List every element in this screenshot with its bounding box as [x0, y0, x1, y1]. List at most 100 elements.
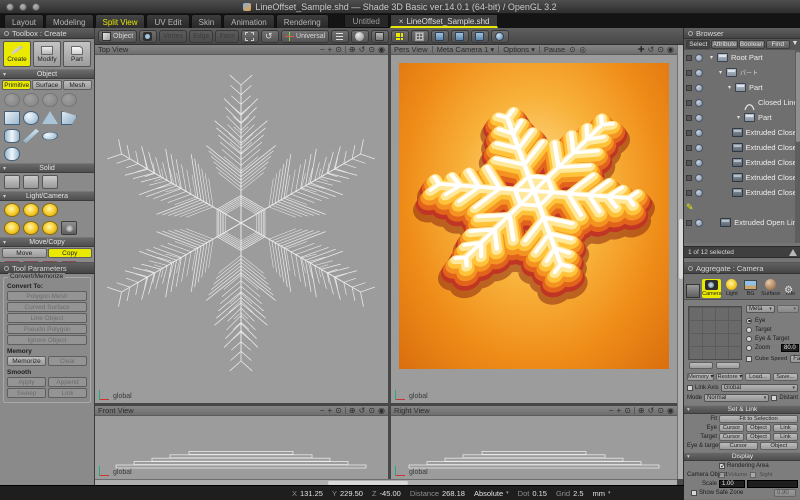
workspace-tab-animation[interactable]: Animation	[223, 14, 275, 28]
visibility-ball-icon[interactable]	[695, 129, 703, 137]
pan-icon[interactable]: ⊕	[638, 407, 645, 415]
ghost-torus-icon[interactable]	[61, 93, 77, 107]
render-flag-icon[interactable]	[686, 160, 692, 166]
object-tab-primitive[interactable]: Primitive	[2, 80, 31, 90]
eye-target-radio[interactable]	[746, 336, 752, 342]
link-axis-checkbox[interactable]	[687, 385, 693, 391]
preview-render-icon[interactable]: ◎	[579, 45, 586, 54]
aggregate-tab-light[interactable]: Light	[723, 278, 740, 298]
solid-cut-icon[interactable]	[23, 175, 39, 189]
distant-light-icon[interactable]	[42, 203, 58, 217]
path-light-icon[interactable]	[23, 221, 39, 235]
cylinder-icon[interactable]	[4, 129, 20, 143]
distant-checkbox[interactable]	[771, 395, 777, 401]
horizontal-splitter[interactable]	[95, 403, 677, 406]
rotate-icon-button[interactable]	[261, 30, 279, 43]
solid-intersect-icon[interactable]	[42, 175, 58, 189]
screen-icon-button[interactable]	[471, 30, 489, 43]
target-radio[interactable]	[746, 327, 752, 333]
safe-zone-checkbox[interactable]	[691, 490, 697, 496]
meta-dropdown[interactable]: Meta▾	[746, 305, 775, 313]
panel-collapse-icon[interactable]	[688, 31, 693, 36]
ghost-arc-icon[interactable]	[42, 93, 58, 107]
rotate-view-icon[interactable]: ↺	[359, 407, 366, 415]
grid-icon-button[interactable]	[411, 30, 429, 43]
meta-sub-dropdown[interactable]: ▾	[777, 305, 799, 313]
render-flag-icon[interactable]	[686, 85, 692, 91]
document-tab-lineoffset-sample-shd[interactable]: ×LineOffset_Sample.shd	[390, 14, 499, 28]
eye-object-button[interactable]: Object	[746, 424, 771, 432]
browser-tab-boolean[interactable]: Boolean	[739, 40, 765, 49]
expander-icon[interactable]: ▾	[710, 54, 717, 61]
unit-dropdown[interactable]: mm▾	[593, 489, 611, 498]
object-tab-mesh[interactable]: Mesh	[63, 80, 92, 90]
aggregate-tab-info[interactable]: Info	[782, 279, 799, 298]
edge-button[interactable]: Edge	[189, 30, 213, 43]
area-light-icon[interactable]	[42, 221, 58, 235]
zoom-in-icon[interactable]: +	[328, 407, 333, 415]
section-object[interactable]: ▾ Object	[0, 69, 94, 79]
display-section[interactable]: ▾ Display	[684, 452, 800, 461]
magnify-icon[interactable]: ⊙	[368, 407, 375, 415]
smooth-link-button[interactable]: Link	[48, 388, 87, 398]
zoom-lens-icon[interactable]: ⊙	[624, 407, 631, 415]
front-viewport[interactable]: Front View − + ⊙ ⊕ ↺ ⊙ ◉ global	[95, 406, 388, 479]
eye-radio[interactable]	[746, 318, 752, 324]
sphere-icon[interactable]	[23, 111, 39, 125]
tree-item-part[interactable]: ▾Part	[684, 110, 800, 125]
face-button[interactable]: Face	[215, 30, 239, 43]
zoom-in-icon[interactable]: +	[617, 407, 622, 415]
fit-view-icon[interactable]: ◉	[667, 46, 674, 54]
set-link-section[interactable]: ▾ Set & Link	[684, 405, 800, 414]
panel-collapse-icon[interactable]	[688, 266, 693, 271]
convert-curved-surface-button[interactable]: Curved Surface	[7, 302, 87, 312]
zoom-lens-icon[interactable]: ⊙	[335, 407, 342, 415]
filter-icon[interactable]: ▼	[791, 40, 799, 49]
volume-checkbox[interactable]	[719, 472, 725, 478]
sight-checkbox[interactable]	[750, 472, 756, 478]
browser-header[interactable]: Browser	[684, 28, 800, 39]
toolbox-mode-create[interactable]: Create	[3, 41, 31, 67]
workspace-tab-modeling[interactable]: Modeling	[45, 14, 93, 28]
restore-button[interactable]: Restore ▾	[716, 373, 743, 381]
render-flag-icon[interactable]	[686, 115, 692, 121]
ghost-ring-icon[interactable]	[23, 93, 39, 107]
ellipse-icon[interactable]	[40, 131, 59, 142]
scrollbar-thumb[interactable]	[796, 52, 800, 142]
browser-tab-select[interactable]: Select	[686, 40, 710, 49]
cone-icon[interactable]	[42, 111, 58, 124]
tree-item-closed-line[interactable]: Closed Line	[684, 95, 800, 110]
memorize-button[interactable]: Memorize	[7, 356, 46, 366]
clear-button[interactable]: Clear	[48, 356, 87, 366]
save-button[interactable]: Save...	[773, 373, 798, 381]
screen-icon-button[interactable]	[451, 30, 469, 43]
eye-cursor-button[interactable]: Cursor	[719, 424, 744, 432]
mode-dropdown[interactable]: Normal▾	[704, 394, 769, 402]
convert-polygon-mesh-button[interactable]: Polygon Mesh	[7, 291, 87, 301]
workspace-tab-rendering[interactable]: Rendering	[276, 14, 329, 28]
magnify-icon[interactable]: ⊙	[368, 46, 375, 54]
fit-view-icon[interactable]: ◉	[667, 407, 674, 415]
tree-item-root-part[interactable]: ▾Root Part	[684, 50, 800, 65]
convert-pseudo-polygon-button[interactable]: Pseudo Polygon	[7, 324, 87, 334]
tree-item-extruded-closed[interactable]: Extruded Closed	[684, 125, 800, 140]
object-tab-surface[interactable]: Surface	[32, 80, 61, 90]
document-tab-untitled[interactable]: Untitled	[344, 14, 389, 28]
target-cursor-button[interactable]: Cursor	[719, 433, 744, 441]
zoom-in-icon[interactable]: +	[328, 46, 333, 54]
movecopy-tab-copy[interactable]: Copy	[48, 248, 93, 258]
visibility-ball-icon[interactable]	[695, 69, 703, 77]
rotate-view-icon[interactable]: ↺	[648, 407, 655, 415]
sphere-icon-button[interactable]	[351, 30, 369, 43]
four-view-icon-button[interactable]	[391, 30, 409, 43]
tree-item-extruded-closed[interactable]: Extruded Closed	[684, 170, 800, 185]
spot-light-icon[interactable]	[23, 203, 39, 217]
cube-speed-checkbox[interactable]	[746, 356, 752, 362]
line-icon[interactable]	[23, 129, 39, 143]
solid-union-icon[interactable]	[4, 175, 20, 189]
aggregate-tab-surface[interactable]: Surface	[761, 278, 780, 298]
zoom-value-field[interactable]: 80.0	[781, 344, 799, 352]
section-solid[interactable]: ▾ Solid	[0, 163, 94, 173]
visibility-ball-icon[interactable]	[695, 174, 703, 182]
memory-button[interactable]: Memory ▾	[687, 373, 714, 381]
